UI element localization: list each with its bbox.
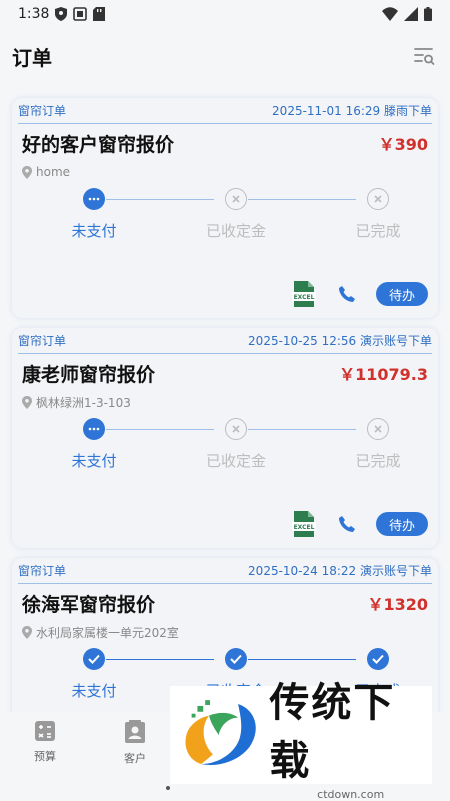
check-icon [83,648,105,670]
status-left: 1:38 [18,6,106,22]
app-header: 订单 [0,28,450,84]
phone-icon[interactable] [338,285,356,303]
order-address-text: home [36,165,71,179]
svg-text:EXCEL: EXCEL [294,524,315,531]
excel-export-icon[interactable]: EXCEL [290,280,318,308]
status-right [382,7,432,21]
check-icon [367,648,389,670]
order-address: 水利局家属楼一单元202室 [22,622,428,642]
order-title: 徐海军窗帘报价 [22,593,156,616]
sd-card-icon [93,7,106,21]
step-unpaid: 未支付 [44,188,144,241]
step-unpaid: 未支付 [44,648,144,701]
circle-x-icon [225,188,247,210]
location-pin-icon [22,165,32,179]
brand-logo-icon [185,700,256,766]
calculator-icon [35,721,55,741]
step-label: 未支付 [71,682,117,700]
order-type: 窗帘订单 [18,564,67,578]
more-dots-icon [83,188,105,210]
circle-x-icon [367,188,389,210]
order-price: ￥390 [378,135,428,154]
order-meta: 2025-10-24 18:22 演示账号下单 [248,564,432,578]
order-address: 枫林绿洲1-3-103 [22,392,428,412]
status-bar: 1:38 [0,0,450,28]
nav-label: 客户 [124,752,146,765]
step-label: 未支付 [71,452,117,470]
step-label: 已完成 [355,222,401,240]
nav-label: 预算 [34,750,56,763]
order-price: ￥11079.3 [339,365,428,384]
order-meta: 2025-10-25 12:56 演示账号下单 [248,334,432,348]
step-unpaid: 未支付 [44,418,144,471]
home-indicator [166,786,170,790]
order-type: 窗帘订单 [18,104,67,118]
shield-icon [55,7,68,21]
status-time: 1:38 [18,6,50,22]
location-pin-icon [22,395,32,409]
circle-x-icon [225,418,247,440]
watermark-logo: 传统下载 ctdown.com [170,680,432,801]
step-deposit: 已收定金 [186,418,286,471]
order-actions: EXCEL 待办 [290,510,428,538]
screen-icon [73,7,88,21]
order-price: ￥1320 [367,595,428,614]
step-label: 未支付 [71,222,117,240]
svg-text:EXCEL: EXCEL [294,294,315,301]
order-actions: EXCEL 待办 [290,280,428,308]
order-meta: 2025-11-01 16:29 滕雨下单 [272,104,432,118]
pending-button[interactable]: 待办 [375,282,428,306]
watermark-title: 传统下载 [269,679,396,784]
order-progress: 未支付 已收定金 已完成 [22,418,428,488]
battery-icon [424,7,432,21]
order-card-header: 窗帘订单 2025-10-25 12:56 演示账号下单 [18,328,432,354]
order-title: 康老师窗帘报价 [22,363,156,386]
pending-button[interactable]: 待办 [375,512,428,536]
step-label: 已完成 [355,452,401,470]
more-dots-icon [83,418,105,440]
check-icon [225,648,247,670]
step-complete: 已完成 [328,418,428,471]
nav-item-budget[interactable]: 预算 [0,712,90,800]
contacts-icon [125,720,145,743]
circle-x-icon [367,418,389,440]
excel-export-icon[interactable]: EXCEL [290,510,318,538]
list-search-icon [414,48,435,65]
step-deposit: 已收定金 [186,188,286,241]
step-complete: 已完成 [328,188,428,241]
order-address-text: 枫林绿洲1-3-103 [36,395,131,410]
signal-icon [404,7,418,21]
order-card-header: 窗帘订单 2025-11-01 16:29 滕雨下单 [18,98,432,124]
step-label: 已收定金 [205,452,266,470]
wifi-icon [382,7,398,21]
order-address-text: 水利局家属楼一单元202室 [36,625,179,640]
order-card-header: 窗帘订单 2025-10-24 18:22 演示账号下单 [18,558,432,584]
order-title: 好的客户窗帘报价 [22,133,175,156]
order-type: 窗帘订单 [18,334,67,348]
phone-icon[interactable] [338,515,356,533]
watermark-subtitle: ctdown.com [317,787,385,801]
location-pin-icon [22,625,32,639]
filter-button[interactable] [410,42,438,70]
step-label: 已收定金 [205,222,266,240]
order-progress: 未支付 已收定金 已完成 [22,188,428,258]
order-card[interactable]: 窗帘订单 2025-10-25 12:56 演示账号下单 康老师窗帘报价 ￥11… [12,328,438,548]
order-address: home [22,162,428,182]
page-title: 订单 [12,45,52,70]
order-card[interactable]: 窗帘订单 2025-11-01 16:29 滕雨下单 好的客户窗帘报价 ￥390… [12,98,438,318]
